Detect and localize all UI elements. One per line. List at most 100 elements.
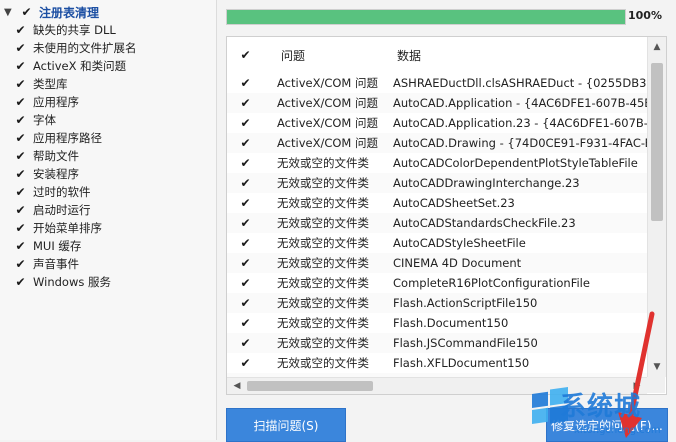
category-item[interactable]: ✔ 缺失的共享 DLL [14, 22, 115, 38]
row-checkbox[interactable]: ✔ [239, 213, 259, 233]
category-item-label: 开始菜单排序 [33, 221, 102, 235]
category-item[interactable]: ✔ 启动时运行 [14, 202, 91, 218]
table-row[interactable]: ✔ 无效或空的文件类 Flash.XFLDocument150 [227, 353, 647, 374]
table-row[interactable]: ✔ 无效或空的文件类 Flash.ActionScriptFile150 [227, 293, 647, 314]
checkmark-icon[interactable]: ✔ [14, 149, 27, 163]
checkmark-icon: ✔ [240, 48, 251, 62]
category-item[interactable]: ✔ 声音事件 [14, 256, 79, 272]
row-checkbox[interactable]: ✔ [239, 113, 259, 133]
row-checkbox[interactable]: ✔ [239, 233, 259, 253]
checkmark-icon[interactable]: ✔ [14, 59, 27, 73]
category-item-label: ActiveX 和类问题 [33, 59, 127, 73]
row-data: AutoCADColorDependentPlotStyleTableFile [393, 156, 638, 170]
row-issue: 无效或空的文件类 [277, 356, 369, 370]
category-item[interactable]: ✔ Windows 服务 [14, 274, 111, 290]
row-checkbox[interactable]: ✔ [239, 173, 259, 193]
table-row[interactable]: ✔ 无效或空的文件类 AutoCADColorDependentPlotStyleT… [227, 153, 647, 174]
row-data: AutoCADSheetSet.23 [393, 196, 515, 210]
row-data: AutoCADDrawingInterchange.23 [393, 176, 580, 190]
checkmark-icon[interactable]: ✔ [14, 275, 27, 289]
category-item[interactable]: ✔ 帮助文件 [14, 148, 79, 164]
watermark-url: xitongcheng.com [574, 425, 661, 436]
vertical-scroll-thumb[interactable] [651, 63, 663, 221]
category-item-label: 应用程序 [33, 95, 79, 109]
checkmark-icon: ✔ [240, 336, 251, 350]
checkmark-icon: ✔ [240, 196, 251, 210]
table-row[interactable]: ✔ 无效或空的文件类 CINEMA 4D Document [227, 253, 647, 274]
checkmark-icon: ✔ [240, 176, 251, 190]
column-header-issue[interactable]: 问题 [281, 37, 305, 73]
scan-progress-bar [226, 9, 626, 25]
table-row[interactable]: ✔ 无效或空的文件类 AutoCADSheetSet.23 [227, 193, 647, 214]
checkmark-icon[interactable]: ✔ [14, 113, 27, 127]
table-row[interactable]: ✔ 无效或空的文件类 AutoCADDrawingInterchange.23 [227, 173, 647, 194]
checkmark-icon[interactable]: ✔ [14, 257, 27, 271]
row-checkbox[interactable]: ✔ [239, 293, 259, 313]
row-checkbox[interactable]: ✔ [239, 273, 259, 293]
table-row[interactable]: ✔ 无效或空的文件类 Flash.JSCommandFile150 [227, 333, 647, 354]
category-item[interactable]: ✔ ActiveX 和类问题 [14, 58, 126, 74]
category-item[interactable]: ✔ 过时的软件 [14, 184, 91, 200]
table-row[interactable]: ✔ 无效或空的文件类 AutoCADStyleSheetFile [227, 233, 647, 254]
checkmark-icon[interactable]: ✔ [14, 95, 27, 109]
table-header: ✔ 问题 数据 [227, 37, 647, 74]
category-item[interactable]: ✔ 应用程序 [14, 94, 79, 110]
row-data: AutoCADStandardsCheckFile.23 [393, 216, 576, 230]
row-checkbox[interactable]: ✔ [239, 313, 259, 333]
row-checkbox[interactable]: ✔ [239, 93, 259, 113]
row-checkbox[interactable]: ✔ [239, 153, 259, 173]
category-item[interactable]: ✔ MUI 缓存 [14, 238, 81, 254]
row-issue: 无效或空的文件类 [277, 256, 369, 270]
checkmark-icon[interactable]: ✔ [14, 239, 27, 253]
row-issue: 无效或空的文件类 [277, 336, 369, 350]
table-row[interactable]: ✔ ActiveX/COM 问题 AutoCAD.Drawing - {74D0CE… [227, 133, 647, 154]
category-item-label: 类型库 [33, 77, 68, 91]
category-item[interactable]: ✔ 类型库 [14, 76, 68, 92]
table-row[interactable]: ✔ 无效或空的文件类 CompleteR16PlotConfigurationFil… [227, 273, 647, 294]
category-item-label: 过时的软件 [33, 185, 91, 199]
row-checkbox[interactable]: ✔ [239, 133, 259, 153]
checkmark-icon[interactable]: ✔ [14, 77, 27, 91]
scan-issues-button[interactable]: 扫描问题(S) [226, 408, 346, 442]
table-row[interactable]: ✔ 无效或空的文件类 Flash.Document150 [227, 313, 647, 334]
category-item-label: 启动时运行 [33, 203, 91, 217]
checkmark-icon[interactable]: ✔ [14, 221, 27, 235]
checkmark-icon[interactable]: ✔ [14, 203, 27, 217]
category-item-label: Windows 服务 [33, 275, 111, 289]
table-row[interactable]: ✔ 无效或空的文件类 AutoCADStandardsCheckFile.23 [227, 213, 647, 234]
category-item[interactable]: ✔ 应用程序路径 [14, 130, 102, 146]
row-checkbox[interactable]: ✔ [239, 193, 259, 213]
row-checkbox[interactable]: ✔ [239, 333, 259, 353]
row-checkbox[interactable]: ✔ [239, 73, 259, 93]
checkmark-icon: ✔ [240, 316, 251, 330]
checkmark-icon[interactable]: ✔ [14, 23, 27, 37]
checkmark-icon[interactable]: ✔ [14, 131, 27, 145]
category-item[interactable]: ✔ 开始菜单排序 [14, 220, 102, 236]
row-issue: 无效或空的文件类 [277, 156, 369, 170]
row-data: ASHRAEDuctDll.clsASHRAEDuct - {0255DB3B-… [393, 76, 647, 90]
select-all-checkbox[interactable]: ✔ [239, 37, 259, 73]
triangle-down-icon[interactable]: ▼ [4, 7, 20, 18]
checkmark-icon: ✔ [240, 236, 251, 250]
row-issue: 无效或空的文件类 [277, 216, 369, 230]
category-item[interactable]: ✔ 字体 [14, 112, 56, 128]
horizontal-scroll-thumb[interactable] [247, 381, 373, 391]
registry-clean-header[interactable]: ▼ ✔ 注册表清理 [4, 4, 99, 20]
category-item[interactable]: ✔ 未使用的文件扩展名 [14, 40, 136, 56]
row-checkbox[interactable]: ✔ [239, 353, 259, 373]
table-row[interactable]: ✔ ActiveX/COM 问题 AutoCAD.Application.23 - … [227, 113, 647, 134]
category-item[interactable]: ✔ 安装程序 [14, 166, 79, 182]
table-row[interactable]: ✔ ActiveX/COM 问题 AutoCAD.Application - {4A… [227, 93, 647, 114]
row-issue: 无效或空的文件类 [277, 236, 369, 250]
column-header-data[interactable]: 数据 [397, 37, 421, 73]
scroll-left-arrow-icon[interactable]: ◀ [229, 378, 245, 394]
table-row[interactable]: ✔ ActiveX/COM 问题 ASHRAEDuctDll.clsASHRAEDu… [227, 73, 647, 94]
row-checkbox[interactable]: ✔ [239, 253, 259, 273]
checkmark-icon[interactable]: ✔ [14, 41, 27, 55]
scroll-up-arrow-icon[interactable]: ▲ [648, 39, 666, 55]
checkmark-icon[interactable]: ✔ [20, 5, 33, 19]
row-issue: 无效或空的文件类 [277, 276, 369, 290]
checkmark-icon: ✔ [240, 76, 251, 90]
checkmark-icon[interactable]: ✔ [14, 167, 27, 181]
checkmark-icon[interactable]: ✔ [14, 185, 27, 199]
